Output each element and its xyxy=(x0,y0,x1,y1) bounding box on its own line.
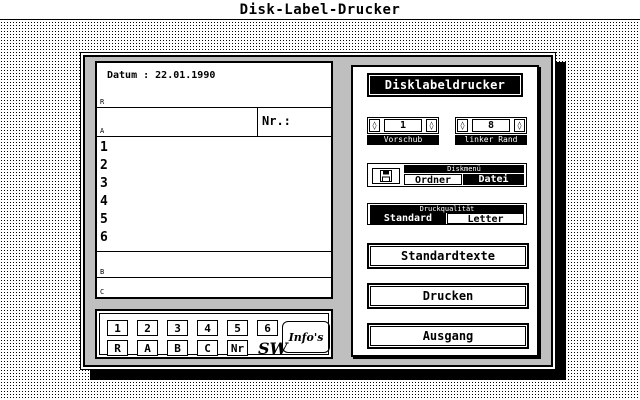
drucken-label: Drucken xyxy=(370,286,526,306)
standardtexte-button[interactable]: Standardtexte xyxy=(367,243,529,269)
drucken-button[interactable]: Drucken xyxy=(367,283,529,309)
label-section-r[interactable]: Datum : 22.01.1990 R xyxy=(97,63,331,108)
nr-label: Nr.: xyxy=(262,114,291,128)
panel-title: Disklabeldrucker xyxy=(370,76,520,94)
panel-title-box: Disklabeldrucker xyxy=(367,73,523,97)
section-letter-c: C xyxy=(100,288,105,296)
item-line-4[interactable]: 4 xyxy=(100,193,108,211)
line-button-6[interactable]: 6 xyxy=(257,320,278,336)
section-button-nr[interactable]: Nr xyxy=(227,340,248,356)
toolbar-frame: 1 2 3 4 5 6 R A B C Nr SW Info's xyxy=(99,313,330,358)
diskmenu-group: Diskmenü Ordner Datei xyxy=(367,163,527,187)
section-button-b[interactable]: B xyxy=(167,340,188,356)
line-button-3[interactable]: 3 xyxy=(167,320,188,336)
vorschub-spinner: ◊ 1 ◊ xyxy=(367,117,439,134)
section-letter-a: A xyxy=(100,127,105,135)
infos-button[interactable]: Info's xyxy=(282,321,330,353)
ausgang-button[interactable]: Ausgang xyxy=(367,323,529,349)
label-section-b[interactable]: B xyxy=(97,252,331,278)
quality-option-standard[interactable]: Standard xyxy=(370,213,446,224)
quality-option-letter[interactable]: Letter xyxy=(447,213,524,225)
diskmenu-option-datei[interactable]: Datei xyxy=(463,174,524,185)
window-titlebar: Disk-Label-Drucker xyxy=(0,0,640,20)
line-button-2[interactable]: 2 xyxy=(137,320,158,336)
section-letter-r: R xyxy=(100,98,105,106)
rand-caption: linker Rand xyxy=(455,135,527,145)
item-line-5[interactable]: 5 xyxy=(100,211,108,229)
ausgang-label: Ausgang xyxy=(370,326,526,346)
nr-divider xyxy=(257,108,258,136)
item-line-3[interactable]: 3 xyxy=(100,175,108,193)
section-button-r[interactable]: R xyxy=(107,340,128,356)
section-button-c[interactable]: C xyxy=(197,340,218,356)
item-line-6[interactable]: 6 xyxy=(100,229,108,247)
line-button-4[interactable]: 4 xyxy=(197,320,218,336)
rand-decrease-arrow-icon[interactable]: ◊ xyxy=(457,119,468,132)
line-button-5[interactable]: 5 xyxy=(227,320,248,336)
date-text: Datum : 22.01.1990 xyxy=(107,70,216,81)
label-editor[interactable]: Datum : 22.01.1990 R Nr.: A 1 2 3 4 5 6 … xyxy=(95,61,333,299)
rand-increase-arrow-icon[interactable]: ◊ xyxy=(514,119,525,132)
diskmenu-option-ordner[interactable]: Ordner xyxy=(404,174,462,186)
label-section-c[interactable]: C xyxy=(97,278,331,297)
vorschub-caption: Vorschub xyxy=(367,135,439,145)
section-letter-b: B xyxy=(100,268,105,276)
line-select-toolbar: 1 2 3 4 5 6 R A B C Nr SW Info's xyxy=(95,309,333,359)
dialog-frame: Datum : 22.01.1990 R Nr.: A 1 2 3 4 5 6 … xyxy=(83,55,553,367)
main-dialog: Datum : 22.01.1990 R Nr.: A 1 2 3 4 5 6 … xyxy=(80,52,556,370)
quality-group: Druckqualität Standard Letter xyxy=(367,203,527,225)
quality-header: Druckqualität xyxy=(370,205,524,213)
rand-spinner: ◊ 8 ◊ xyxy=(455,117,527,134)
floppy-disk-icon[interactable] xyxy=(372,168,400,184)
control-panel: Disklabeldrucker ◊ 1 ◊ Vorschub ◊ 8 ◊ li… xyxy=(351,65,539,357)
section-button-a[interactable]: A xyxy=(137,340,158,356)
label-section-a[interactable]: Nr.: A xyxy=(97,108,331,137)
window-title: Disk-Label-Drucker xyxy=(239,1,401,18)
item-line-2[interactable]: 2 xyxy=(100,157,108,175)
rand-value: 8 xyxy=(472,119,510,132)
vorschub-increase-arrow-icon[interactable]: ◊ xyxy=(426,119,437,132)
vorschub-value: 1 xyxy=(384,119,422,132)
standardtexte-label: Standardtexte xyxy=(370,246,526,266)
label-items-area[interactable]: 1 2 3 4 5 6 xyxy=(97,137,331,252)
vorschub-decrease-arrow-icon[interactable]: ◊ xyxy=(369,119,380,132)
item-line-1[interactable]: 1 xyxy=(100,139,108,157)
diskmenu-header: Diskmenü xyxy=(404,165,524,173)
line-button-1[interactable]: 1 xyxy=(107,320,128,336)
